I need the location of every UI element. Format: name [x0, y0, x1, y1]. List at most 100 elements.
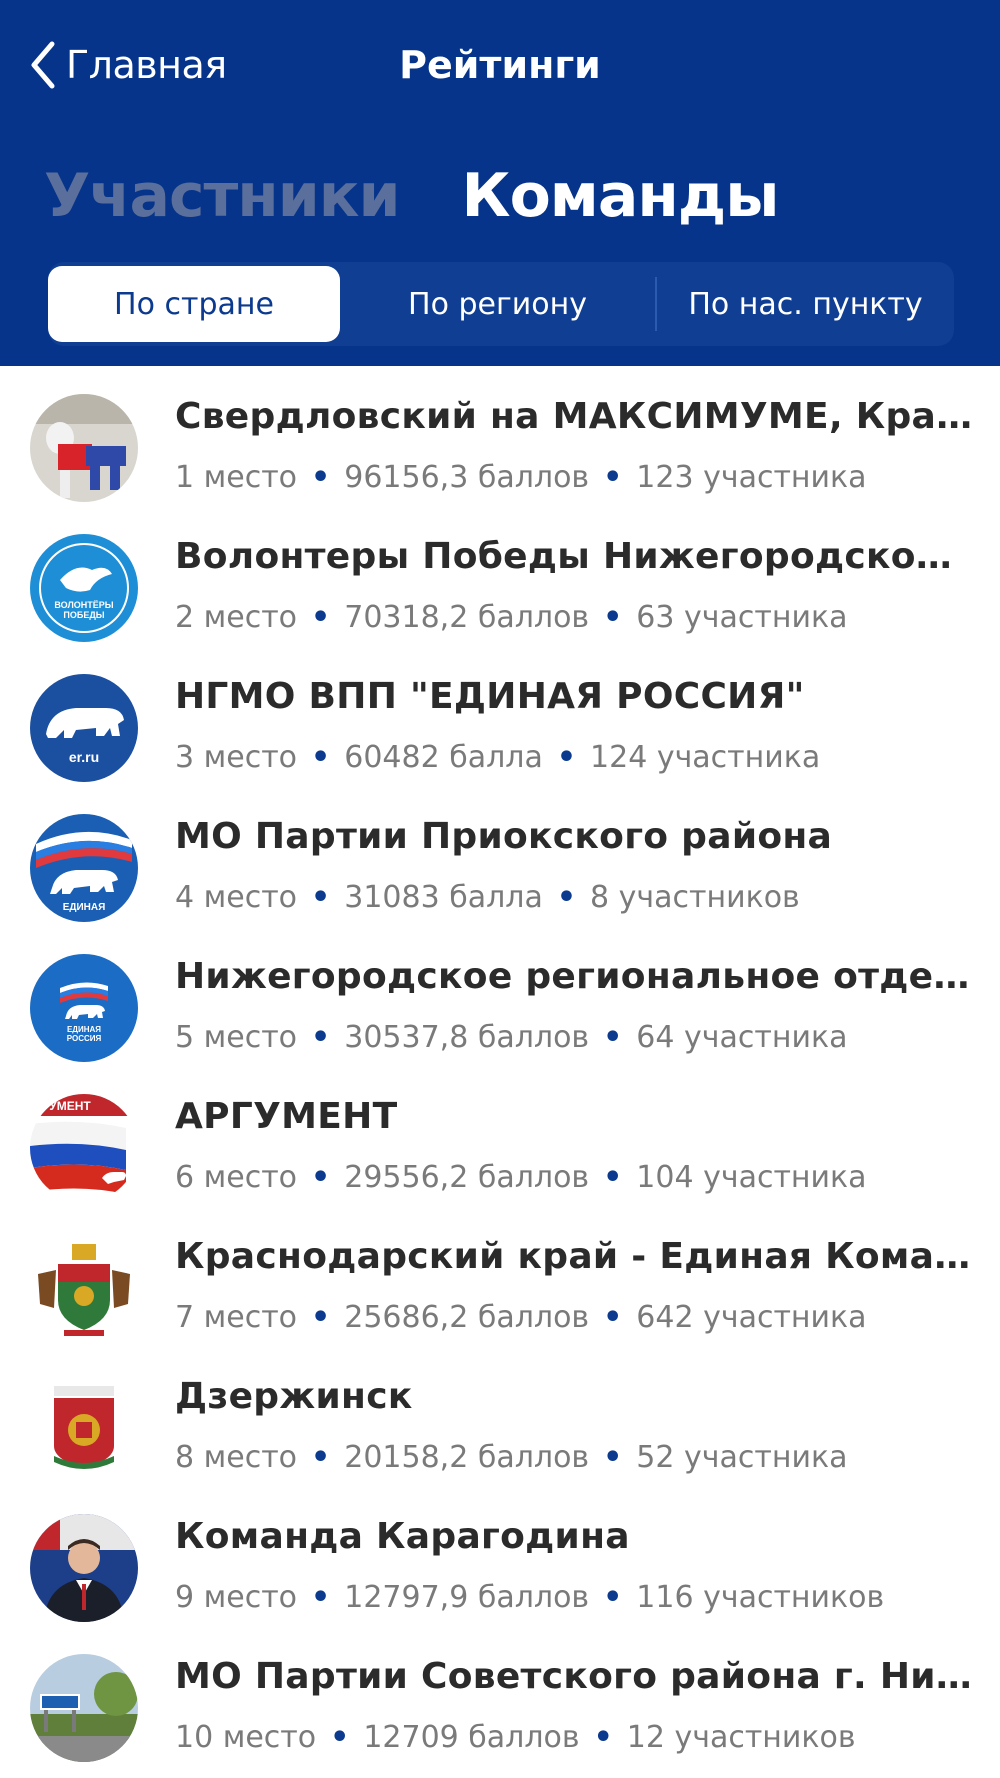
team-members: 123 участника [636, 460, 867, 495]
list-item[interactable]: er.ru НГМО ВПП "ЕДИНАЯ РОССИЯ" 3 место • 6… [0, 646, 1000, 786]
bear-logo: er.ru [30, 674, 138, 782]
team-place: 9 место [175, 1580, 298, 1615]
team-place: 7 место [175, 1300, 298, 1335]
svg-text:ЕДИНАЯ: ЕДИНАЯ [63, 902, 106, 913]
team-stats: 3 место • 60482 балла • 124 участника [175, 740, 975, 775]
team-name: Команда Карагодина [175, 1516, 630, 1557]
svg-text:ПОБЕДЫ: ПОБЕДЫ [63, 610, 104, 620]
separator-dot: • [311, 600, 331, 635]
coat-of-arms [30, 1234, 138, 1342]
svg-text:ВОЛОНТЁРЫ: ВОЛОНТЁРЫ [54, 600, 113, 610]
team-stats: 4 место • 31083 балла • 8 участников [175, 880, 975, 915]
separator-dot: • [603, 1580, 623, 1615]
team-name: МО Партии Приокского района [175, 816, 833, 857]
team-place: 10 место [175, 1720, 317, 1755]
team-place: 8 место [175, 1440, 298, 1475]
team-points: 29556,2 баллов [344, 1160, 590, 1195]
separator-dot: • [311, 460, 331, 495]
team-stats: 7 место • 25686,2 баллов • 642 участника [175, 1300, 975, 1335]
team-points: 25686,2 баллов [344, 1300, 590, 1335]
separator-dot: • [603, 1300, 623, 1335]
list-item[interactable]: ЕДИНАЯ РОССИЯ Нижегородское региональное… [0, 926, 1000, 1066]
team-name: МО Партии Советского района г. Нижн… [175, 1656, 975, 1697]
separator-dot: • [603, 460, 623, 495]
separator-dot: • [603, 1440, 623, 1475]
separator-dot: • [603, 1020, 623, 1055]
person-photo [30, 1514, 138, 1622]
separator-dot: • [311, 1300, 331, 1335]
svg-text:УМЕНТ: УМЕНТ [49, 1099, 91, 1113]
team-name: Дзержинск [175, 1376, 413, 1417]
separator-dot: • [311, 1580, 331, 1615]
list-item[interactable]: МО Партии Советского района г. Нижн… 10 … [0, 1626, 1000, 1766]
list-item[interactable]: ВОЛОНТЁРЫ ПОБЕДЫ Волонтеры Победы Нижего… [0, 506, 1000, 646]
separator-dot: • [330, 1720, 350, 1755]
team-name: НГМО ВПП "ЕДИНАЯ РОССИЯ" [175, 676, 805, 717]
separator-dot: • [603, 1160, 623, 1195]
team-members: 104 участника [636, 1160, 867, 1195]
team-stats: 6 место • 29556,2 баллов • 104 участника [175, 1160, 975, 1195]
team-place: 2 место [175, 600, 298, 635]
scope-tabs: По стране По региону По нас. пункту [48, 262, 954, 346]
separator-dot: • [556, 740, 577, 775]
team-members: 116 участников [636, 1580, 885, 1615]
team-members: 8 участников [590, 880, 800, 915]
list-item[interactable]: Дзержинск 8 место • 20158,2 баллов • 52 учас… [0, 1346, 1000, 1486]
team-place: 6 место [175, 1160, 298, 1195]
list-item[interactable]: Команда Карагодина 9 место • 12797,9 балло… [0, 1486, 1000, 1626]
tab-settlement[interactable]: По нас. пункту [657, 262, 954, 346]
team-members: 642 участника [636, 1300, 867, 1335]
team-name: Волонтеры Победы Нижегородской об… [175, 536, 975, 577]
separator-dot: • [593, 1720, 613, 1755]
team-name: Нижегородское региональное отделен… [175, 956, 975, 997]
svg-text:er.ru: er.ru [69, 749, 99, 765]
tab-region[interactable]: По региону [340, 262, 655, 346]
segment-switch: Участники Команды [44, 156, 841, 236]
team-points: 12709 баллов [363, 1720, 580, 1755]
separator-dot: • [311, 1440, 331, 1475]
team-points: 12797,9 баллов [344, 1580, 590, 1615]
team-points: 60482 балла [344, 740, 543, 775]
list-item[interactable]: Свердловский на МАКСИМУМЕ, Красно… 1 мес… [0, 366, 1000, 506]
team-place: 3 место [175, 740, 298, 775]
team-stats: 1 место • 96156,3 баллов • 123 участника [175, 460, 975, 495]
team-points: 96156,3 баллов [344, 460, 590, 495]
team-place: 4 место [175, 880, 298, 915]
svg-text:ЕДИНАЯ: ЕДИНАЯ [67, 1025, 101, 1034]
separator-dot: • [603, 600, 623, 635]
segment-participants[interactable]: Участники [44, 161, 401, 231]
united-russia-logo: ЕДИНАЯ [30, 814, 138, 922]
team-members: 52 участника [636, 1440, 848, 1475]
volunteers-logo: ВОЛОНТЁРЫ ПОБЕДЫ [30, 534, 138, 642]
street-photo [30, 1654, 138, 1762]
segment-teams[interactable]: Команды [462, 161, 780, 231]
flag-logo: УМЕНТ [30, 1094, 138, 1202]
team-stats: 2 место • 70318,2 баллов • 63 участника [175, 600, 975, 635]
team-points: 31083 балла [344, 880, 543, 915]
separator-dot: • [311, 740, 331, 775]
team-stats: 5 место • 30537,8 баллов • 64 участника [175, 1020, 975, 1055]
photo-avatar [30, 394, 138, 502]
team-members: 124 участника [590, 740, 821, 775]
team-members: 64 участника [636, 1020, 848, 1055]
top-bar: Главная Рейтинги Участники Команды По ст… [0, 0, 1000, 366]
team-name: Краснодарский край - Единая Команда [175, 1236, 975, 1277]
team-points: 30537,8 баллов [344, 1020, 590, 1055]
team-place: 5 место [175, 1020, 298, 1055]
team-members: 63 участника [636, 600, 848, 635]
separator-dot: • [311, 880, 331, 915]
team-name: Свердловский на МАКСИМУМЕ, Красно… [175, 396, 975, 437]
list-item[interactable]: УМЕНТ АРГУМЕНТ 6 место • 29556,2 баллов • 10… [0, 1066, 1000, 1206]
list-item[interactable]: Краснодарский край - Единая Команда 7 ме… [0, 1206, 1000, 1346]
team-place: 1 место [175, 460, 298, 495]
list-item[interactable]: ЕДИНАЯ МО Партии Приокского района 4 мес… [0, 786, 1000, 926]
team-points: 70318,2 баллов [344, 600, 590, 635]
team-members: 12 участников [626, 1720, 856, 1755]
separator-dot: • [311, 1020, 331, 1055]
team-stats: 10 место • 12709 баллов • 12 участников [175, 1720, 975, 1755]
team-stats: 9 место • 12797,9 баллов • 116 участников [175, 1580, 975, 1615]
city-emblem [30, 1374, 138, 1482]
team-stats: 8 место • 20158,2 баллов • 52 участника [175, 1440, 975, 1475]
united-russia-logo: ЕДИНАЯ РОССИЯ [30, 954, 138, 1062]
tab-country[interactable]: По стране [48, 266, 340, 342]
